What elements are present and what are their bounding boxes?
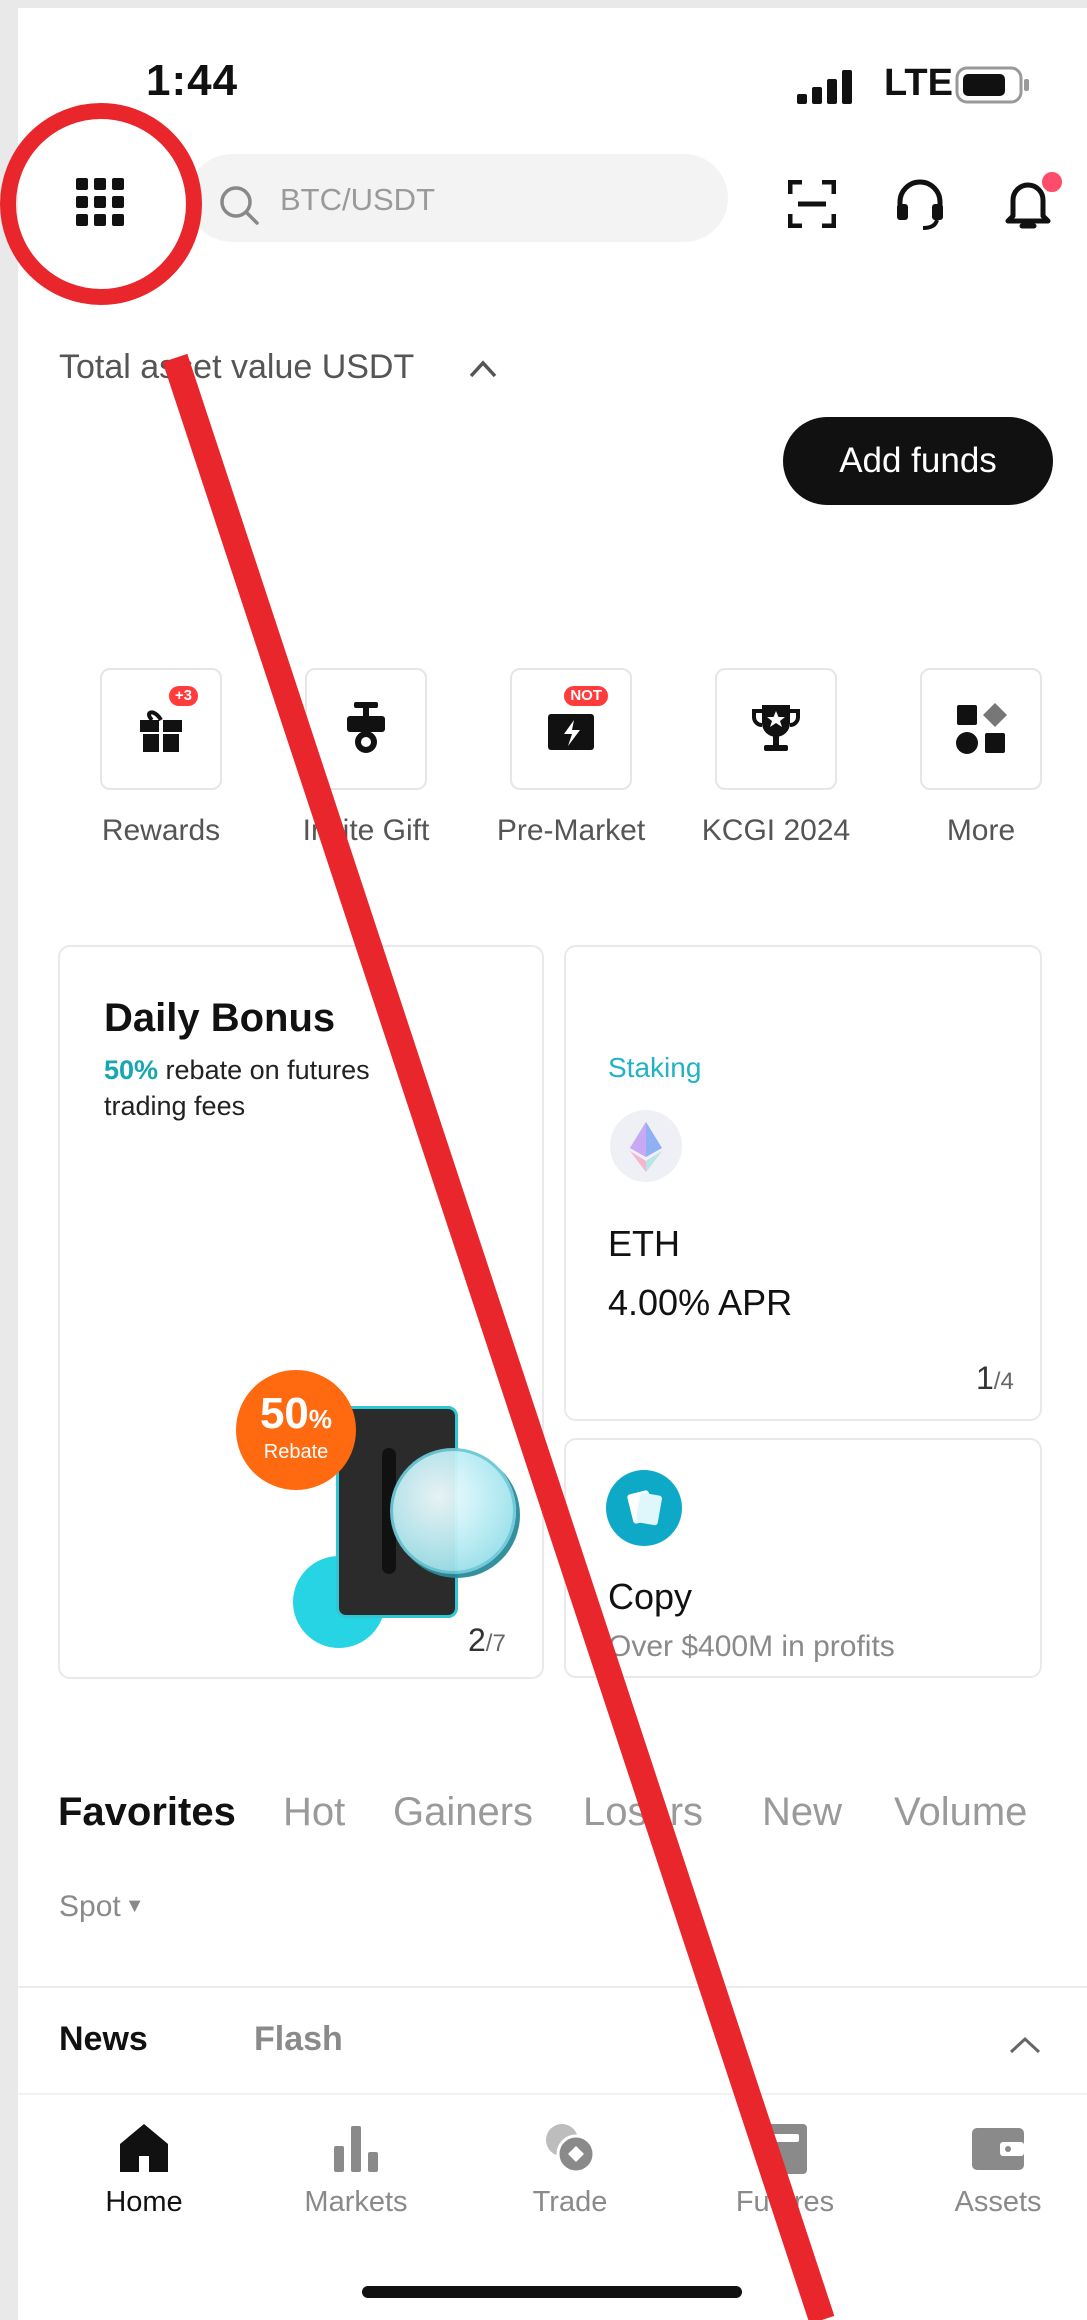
daily-bonus-subtitle: 50% rebate on futures trading fees (104, 1052, 424, 1124)
tab-gainers[interactable]: Gainers (393, 1790, 533, 1835)
staking-card[interactable] (564, 945, 1042, 1421)
eth-logo (610, 1110, 682, 1182)
copy-subtitle: Over $400M in profits (608, 1630, 895, 1663)
nav-markets[interactable]: Markets (276, 2118, 436, 2219)
quick-action-rewards[interactable]: +3 Rewards (91, 668, 231, 848)
section-divider (18, 1986, 1087, 1988)
pre-market-badge: NOT (564, 686, 608, 706)
pager-total: /4 (993, 1368, 1014, 1395)
copy-logo (606, 1470, 682, 1546)
pager-total: /7 (485, 1630, 506, 1657)
pager-current: 2 (468, 1622, 486, 1658)
battery-icon (955, 66, 1029, 104)
tab-hot[interactable]: Hot (283, 1790, 345, 1835)
gift-icon (140, 710, 182, 752)
tab-volume[interactable]: Volume (894, 1790, 1027, 1835)
quick-action-more[interactable]: More (911, 668, 1051, 848)
home-indicator (362, 2286, 742, 2298)
nav-label: Markets (304, 2186, 408, 2218)
search-bar[interactable] (188, 154, 728, 242)
search-placeholder[interactable]: BTC/USDT (280, 182, 435, 218)
quick-action-label: More (946, 814, 1016, 847)
staking-apr: 4.00% APR (608, 1282, 793, 1323)
trophy-icon (752, 705, 800, 751)
nav-label: Assets (954, 2186, 1042, 2218)
staking-coin: ETH (608, 1223, 680, 1264)
medal-icon (347, 702, 385, 753)
tab-losers[interactable]: Losers (583, 1790, 703, 1835)
rewards-badge: +3 (168, 686, 198, 706)
spot-filter-label: Spot (59, 1890, 121, 1923)
daily-bonus-title: Daily Bonus (104, 996, 336, 1040)
coin-illustration (390, 1448, 516, 1574)
scan-icon[interactable] (788, 180, 836, 228)
spot-filter[interactable]: Spot ▼ (59, 1890, 145, 1924)
ticket-icon (548, 714, 594, 750)
tab-favorites[interactable]: Favorites (58, 1790, 236, 1835)
copy-title: Copy (608, 1576, 693, 1617)
phone-screen: 1:44 LTE BTC/USDT Total asset value USDT… (18, 8, 1087, 2320)
trade-icon (546, 2124, 596, 2174)
nav-label: Home (105, 2186, 183, 2218)
rebate-badge-unit: % (308, 1404, 333, 1434)
quick-action-label: Invite Gift (302, 814, 430, 847)
rebate-badge-value: 50 (259, 1389, 309, 1438)
quick-action-kcgi[interactable]: KCGI 2024 (702, 668, 850, 848)
add-funds-button[interactable]: Add funds (783, 417, 1053, 505)
nav-home[interactable]: Home (64, 2118, 224, 2219)
signal-icon (797, 70, 852, 104)
tab-new[interactable]: New (762, 1790, 842, 1835)
search-icon (220, 186, 259, 225)
network-label: LTE (884, 62, 953, 104)
bar-chart-icon (334, 2126, 378, 2172)
chevron-up-icon[interactable] (1008, 2034, 1042, 2056)
quick-action-invite-gift[interactable]: Invite Gift (296, 668, 436, 848)
nav-futures[interactable]: Futures (705, 2118, 865, 2219)
daily-bonus-pager: 2/7 (468, 1622, 506, 1659)
rebate-badge-label: Rebate (263, 1441, 329, 1463)
rebate-highlight: 50% (104, 1055, 159, 1085)
status-time: 1:44 (146, 56, 239, 105)
app-grid-icon[interactable] (76, 178, 124, 226)
quick-action-pre-market[interactable]: NOT Pre-Market (497, 668, 645, 848)
headset-icon[interactable] (895, 178, 945, 230)
rebate-badge: 50% Rebate (236, 1370, 356, 1490)
ethereum-icon (630, 1122, 662, 1172)
nav-label: Trade (532, 2186, 608, 2218)
nav-label: Futures (735, 2186, 835, 2218)
caret-down-icon: ▼ (124, 1895, 145, 1917)
total-asset-label: Total asset value USDT (59, 348, 415, 386)
futures-icon (763, 2124, 807, 2174)
nav-trade[interactable]: Trade (490, 2118, 650, 2219)
home-icon (120, 2124, 168, 2172)
cards-icon (627, 1490, 662, 1526)
pager-current: 1 (976, 1360, 994, 1396)
quick-action-label: Pre-Market (496, 814, 646, 847)
quick-action-label: Rewards (101, 814, 221, 847)
wallet-icon (972, 2128, 1024, 2170)
tab-news[interactable]: News (59, 2020, 148, 2059)
chevron-up-icon[interactable] (468, 358, 498, 380)
staking-pager: 1/4 (976, 1360, 1014, 1397)
staking-label: Staking (608, 1052, 702, 1083)
notification-dot (1040, 170, 1064, 194)
quick-action-label: KCGI 2024 (701, 814, 851, 847)
tab-flash[interactable]: Flash (254, 2020, 343, 2059)
nav-assets[interactable]: Assets (918, 2118, 1078, 2219)
shapes-icon (956, 703, 1007, 754)
